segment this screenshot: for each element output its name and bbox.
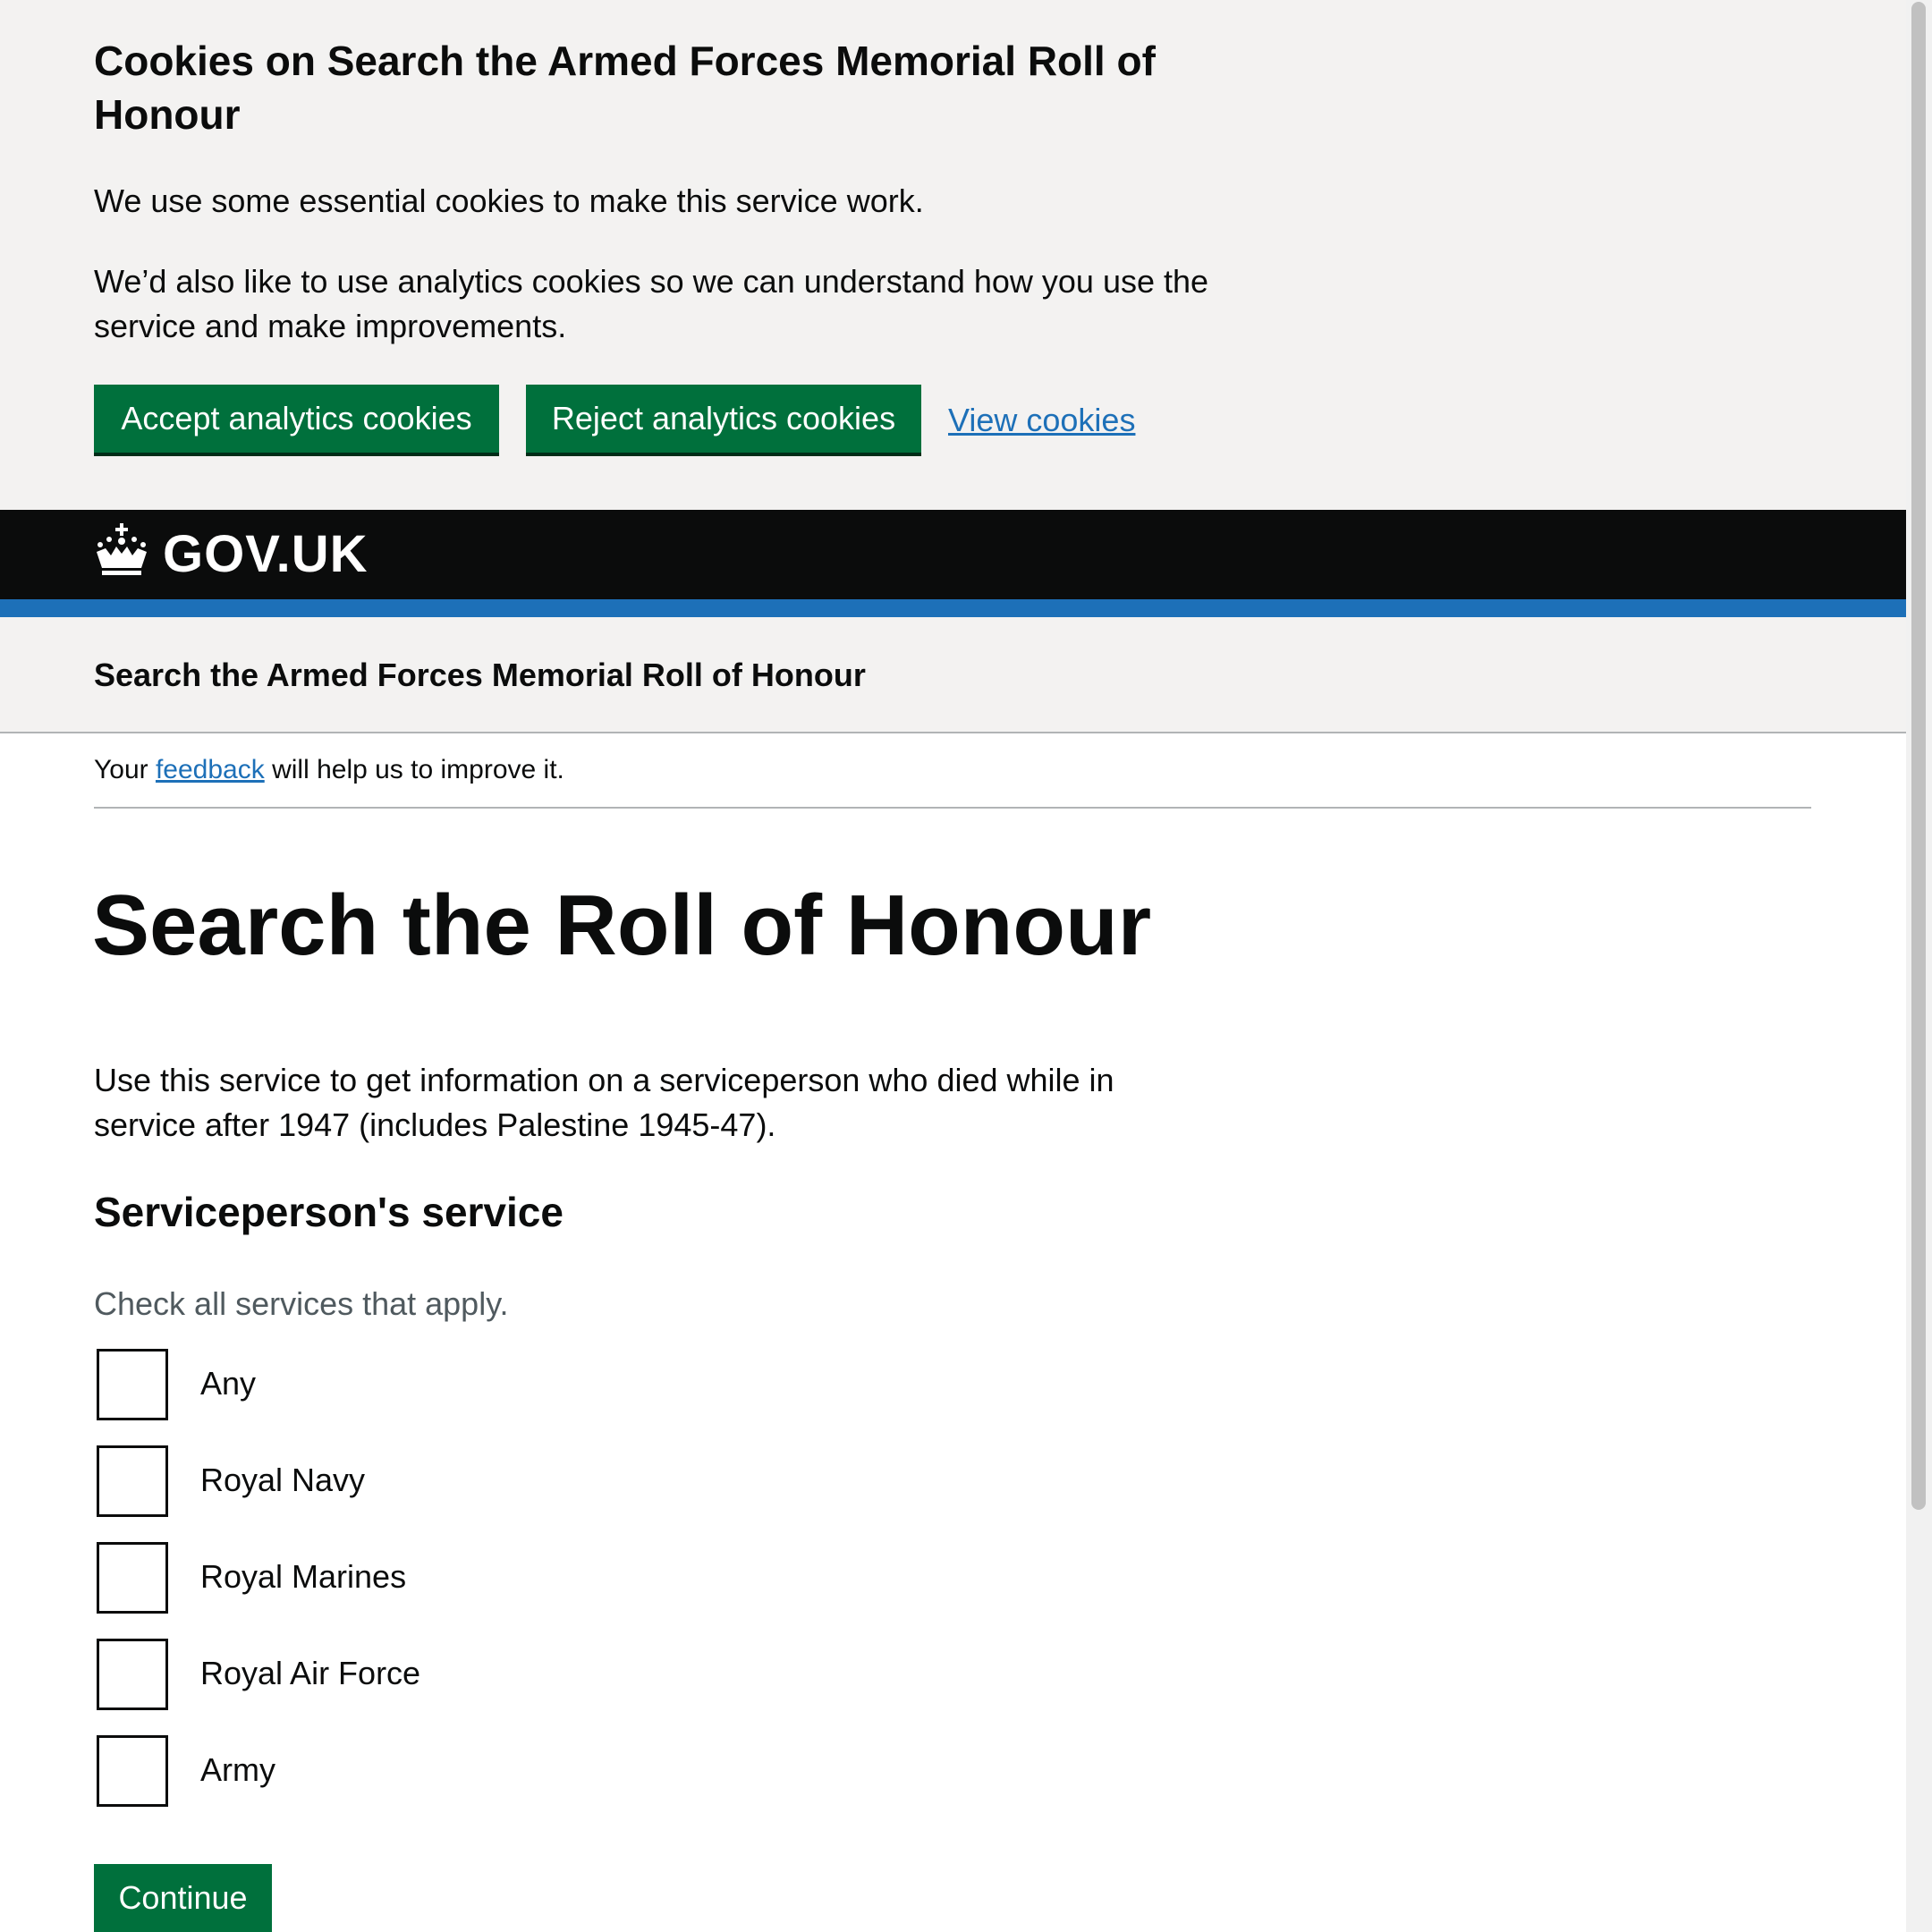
checkbox-box[interactable] (97, 1349, 168, 1420)
service-hint: Check all services that apply. (94, 1285, 509, 1322)
checkbox-box[interactable] (97, 1639, 168, 1710)
govuk-logo-text: GOV.UK (163, 525, 369, 583)
feedback-link[interactable]: feedback (156, 755, 265, 784)
reject-analytics-cookies-button[interactable]: Reject analytics cookies (526, 385, 921, 453)
page-title: Search the Roll of Honour (92, 877, 1152, 973)
page: Cookies on Search the Armed Forces Memor… (0, 0, 1906, 1932)
checkbox-any[interactable]: Any (97, 1349, 812, 1420)
divider (94, 807, 1811, 809)
checkbox-box[interactable] (97, 1542, 168, 1614)
checkbox-label: Royal Air Force (200, 1655, 421, 1691)
checkbox-army[interactable]: Army (97, 1735, 812, 1807)
checkbox-label: Army (200, 1751, 275, 1788)
crown-icon (97, 523, 147, 575)
cookie-banner: Cookies on Search the Armed Forces Memor… (0, 0, 1906, 510)
service-fieldset-legend: Serviceperson's service (94, 1189, 564, 1235)
continue-button[interactable]: Continue (94, 1864, 272, 1932)
checkbox-box[interactable] (97, 1445, 168, 1517)
feedback-banner: Your feedback will help us to improve it… (94, 750, 564, 791)
intro-text: Use this service to get information on a… (94, 1062, 1114, 1143)
checkbox-royal-air-force[interactable]: Royal Air Force (97, 1639, 812, 1710)
cookie-analytics-text: We’d also like to use analytics cookies … (94, 263, 1209, 344)
service-name-link[interactable]: Search the Armed Forces Memorial Roll of… (94, 653, 866, 698)
checkbox-label: Royal Navy (200, 1462, 366, 1498)
feedback-suffix: will help us to improve it. (272, 755, 564, 784)
header-blue-stripe (0, 599, 1906, 617)
checkbox-label: Royal Marines (200, 1558, 407, 1595)
checkbox-royal-navy[interactable]: Royal Navy (97, 1445, 812, 1517)
accept-analytics-cookies-button[interactable]: Accept analytics cookies (94, 385, 499, 453)
view-cookies-link[interactable]: View cookies (948, 394, 1135, 447)
checkbox-royal-marines[interactable]: Royal Marines (97, 1542, 812, 1614)
feedback-prefix: Your (94, 755, 148, 784)
cookie-banner-heading: Cookies on Search the Armed Forces Memor… (94, 38, 1156, 138)
checkbox-box[interactable] (97, 1735, 168, 1807)
service-navigation-bar: Search the Armed Forces Memorial Roll of… (0, 617, 1906, 733)
checkbox-label: Any (200, 1365, 257, 1402)
cookie-essential-text: We use some essential cookies to make th… (94, 182, 924, 219)
scrollbar-thumb[interactable] (1911, 2, 1926, 1510)
